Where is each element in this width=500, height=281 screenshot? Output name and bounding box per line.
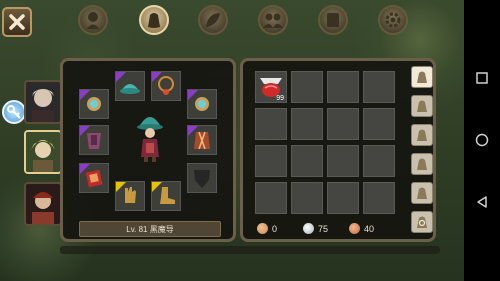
currency-amount: 40 [364, 223, 375, 234]
head-icon [87, 12, 99, 29]
hero-avatar [26, 184, 60, 224]
bag-icon [417, 158, 427, 170]
inventory-slot[interactable] [255, 108, 287, 140]
inventory-slot[interactable] [363, 145, 395, 177]
boots-icon [160, 187, 175, 204]
inventory-slot[interactable] [291, 145, 323, 177]
bag-tab-1[interactable] [411, 66, 433, 88]
slot-gloves[interactable] [115, 181, 145, 211]
close-icon [9, 14, 25, 30]
bag-tab-4[interactable] [411, 153, 433, 175]
earring-icon [87, 97, 101, 111]
back-triangle-icon [477, 196, 487, 208]
inventory-slot[interactable] [255, 182, 287, 214]
inventory-slot[interactable] [363, 108, 395, 140]
bag-tab-3[interactable] [411, 124, 433, 146]
hero-portrait-3[interactable] [24, 182, 62, 226]
inventory-panel: 99 0 75 40 [240, 58, 436, 242]
search-bag-icon [417, 216, 427, 228]
currency-copper: 0 [257, 223, 277, 234]
currency-gold: 40 [349, 223, 374, 234]
inventory-slot-1[interactable]: 99 [255, 71, 287, 103]
glove-icon [125, 187, 136, 203]
inventory-slot[interactable] [327, 182, 359, 214]
slot-hat[interactable] [115, 71, 145, 101]
tab-skills[interactable] [198, 5, 228, 35]
equipment-panel: Lv. 81 黑魔导 [60, 58, 236, 242]
bag-tabs [411, 66, 433, 241]
slot-book[interactable] [79, 163, 109, 193]
gear-icon [385, 12, 401, 28]
bag-tab-2[interactable] [411, 95, 433, 117]
bag-tab-search[interactable] [411, 211, 433, 233]
tab-inventory[interactable] [139, 5, 169, 35]
inventory-slot[interactable] [255, 145, 287, 177]
gold-coin-icon [349, 223, 360, 234]
hero-portrait-1[interactable] [24, 80, 62, 124]
hat-icon [120, 84, 140, 94]
inventory-slot[interactable] [327, 145, 359, 177]
back-button[interactable] [464, 184, 500, 220]
currency-amount: 75 [318, 223, 329, 234]
bottom-strip [60, 246, 440, 254]
inventory-slot[interactable] [291, 108, 323, 140]
recents-button[interactable] [464, 60, 500, 96]
cloak-icon [194, 131, 210, 150]
key-icon [7, 105, 21, 119]
bag-icon [417, 100, 427, 112]
inventory-slot[interactable] [327, 108, 359, 140]
android-nav-bar [464, 0, 500, 281]
armor-icon [87, 133, 101, 149]
key-button[interactable] [2, 100, 26, 124]
bag-icon [417, 187, 427, 199]
home-button[interactable] [464, 122, 500, 158]
shield-icon [194, 170, 210, 188]
inventory-slot[interactable] [291, 71, 323, 103]
group-icon [263, 13, 283, 28]
necklace-icon [158, 76, 174, 95]
hero-avatar [26, 132, 60, 172]
copper-coin-icon [257, 223, 268, 234]
square-icon [476, 72, 488, 84]
tab-party[interactable] [258, 5, 288, 35]
book-icon [85, 169, 103, 188]
earring-icon [195, 97, 209, 111]
bag-icon [417, 71, 427, 83]
tab-character[interactable] [78, 5, 108, 35]
leaf-icon [206, 13, 220, 27]
slot-shield-empty[interactable] [187, 163, 217, 193]
inventory-slot[interactable] [291, 182, 323, 214]
slot-cloak[interactable] [187, 125, 217, 155]
top-bar [0, 0, 464, 48]
slot-necklace[interactable] [151, 71, 181, 101]
bag-icon [148, 13, 160, 28]
inventory-slot[interactable] [363, 71, 395, 103]
currency-silver: 75 [303, 223, 328, 234]
inventory-slot[interactable] [327, 71, 359, 103]
hero-portrait-2[interactable] [24, 130, 62, 174]
slot-earring-right[interactable] [187, 89, 217, 119]
character-level-bar: Lv. 81 黑魔导 [79, 221, 221, 237]
slot-earring-left[interactable] [79, 89, 109, 119]
hero-avatar [26, 82, 60, 122]
tab-settings[interactable] [378, 5, 408, 35]
inventory-slot[interactable] [363, 182, 395, 214]
currency-amount: 0 [272, 223, 278, 234]
bag-tab-5[interactable] [411, 182, 433, 204]
scroll-icon [327, 13, 339, 27]
slot-boots[interactable] [151, 181, 181, 211]
character-figure [137, 117, 163, 162]
slot-armor[interactable] [79, 125, 109, 155]
close-button[interactable] [2, 7, 32, 37]
silver-coin-icon [303, 223, 314, 234]
tab-quests[interactable] [318, 5, 348, 35]
bag-icon [417, 129, 427, 141]
item-quantity: 99 [276, 95, 284, 102]
circle-icon [475, 133, 489, 147]
